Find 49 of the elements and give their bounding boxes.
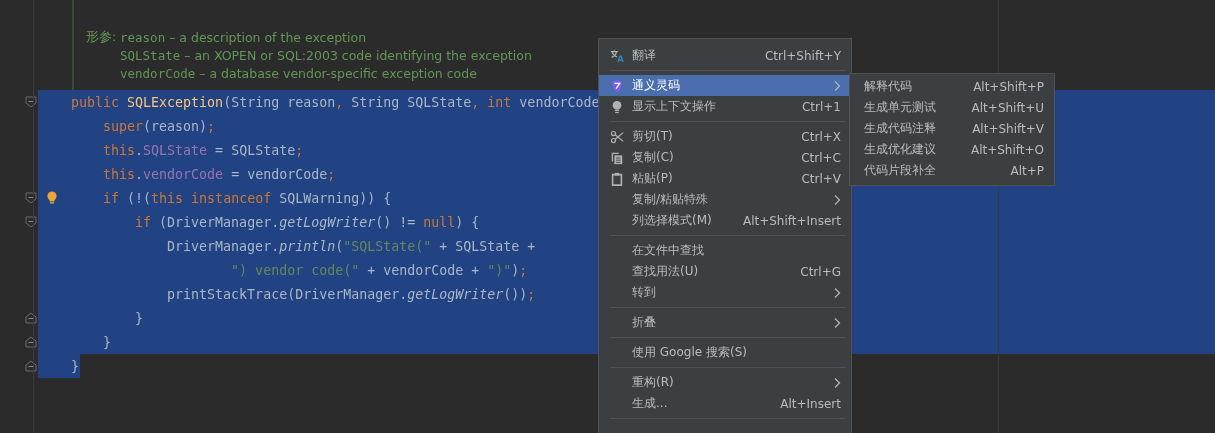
- menu-item[interactable]: 复制/粘贴特殊: [599, 189, 851, 210]
- menu-item[interactable]: 转到: [599, 282, 851, 303]
- param-description: reason – a description of the exception: [120, 29, 367, 45]
- menu-item[interactable]: 折叠: [599, 312, 851, 333]
- sparkle-logo-icon: [610, 78, 624, 93]
- code-line: }: [134, 310, 144, 326]
- clipboard-icon: [610, 171, 624, 186]
- copy-icon: [610, 150, 624, 165]
- menu-item[interactable]: 代码片段补全 Alt+P: [850, 160, 1054, 181]
- param-description: SQLState – an XOPEN or SQL:2003 code identifying the exception: [120, 47, 532, 63]
- code-line: }: [102, 334, 112, 350]
- menu-item[interactable]: 粘贴(P) Ctrl+V: [599, 168, 851, 189]
- menu-item[interactable]: 剪切(T) Ctrl+X: [599, 126, 851, 147]
- lightbulb-icon: [610, 99, 624, 114]
- fold-marker-icon[interactable]: [25, 336, 37, 348]
- menu-item[interactable]: 复制(C) Ctrl+C: [599, 147, 851, 168]
- translate-icon: [610, 48, 624, 63]
- fold-marker-icon[interactable]: [25, 312, 37, 324]
- fold-marker-icon[interactable]: [25, 192, 37, 204]
- menu-item[interactable]: 使用 Google 搜索(S): [599, 342, 851, 363]
- code-line: this.vendorCode = vendorCode;: [102, 166, 336, 182]
- fold-marker-icon[interactable]: [25, 216, 37, 228]
- menu-item[interactable]: 生成... Alt+Insert: [599, 393, 851, 414]
- fold-marker-icon[interactable]: [25, 360, 37, 372]
- fold-marker-icon[interactable]: [25, 96, 37, 108]
- code-line: ") vendor code(" + vendorCode + ")");: [230, 262, 528, 278]
- params-label: 形参:: [86, 28, 117, 44]
- menu-item[interactable]: 查找用法(U) Ctrl+G: [599, 261, 851, 282]
- scissors-icon: [610, 129, 624, 144]
- menu-item[interactable]: 生成单元测试 Alt+Shift+U: [850, 97, 1054, 118]
- code-line: printStackTrace(DriverManager.getLogWriter());: [166, 286, 536, 302]
- code-line: }: [71, 358, 79, 374]
- menu-item[interactable]: 生成优化建议 Alt+Shift+O: [850, 139, 1054, 160]
- code-line: if (!(this instanceof SQLWarning)) {: [102, 190, 392, 206]
- menu-item[interactable]: 在文件中查找: [599, 240, 851, 261]
- menu-item[interactable]: 显示上下文操作 Ctrl+1: [599, 96, 851, 117]
- menu-item[interactable]: 列选择模式(M) Alt+Shift+Insert: [599, 210, 851, 231]
- menu-item[interactable]: 生成代码注释 Alt+Shift+V: [850, 118, 1054, 139]
- menu-item[interactable]: 通义灵码: [599, 75, 851, 96]
- menu-item[interactable]: 重构(R): [599, 372, 851, 393]
- menu-item[interactable]: 解释代码 Alt+Shift+P: [850, 76, 1054, 97]
- menu-item[interactable]: 翻译 Ctrl+Shift+Y: [599, 45, 851, 66]
- lightbulb-icon[interactable]: [46, 191, 58, 205]
- code-line: if (DriverManager.getLogWriter() != null) {: [134, 214, 480, 230]
- param-description: vendorCode – a database vendor-specific exception code: [120, 65, 477, 81]
- code-line: public SQLException(String reason, String SQLState, int vendorCode: [71, 94, 600, 110]
- code-line: DriverManager.println("SQLState(" + SQLState +: [166, 238, 536, 254]
- code-line: super(reason);: [102, 118, 216, 134]
- code-line: this.SQLState = SQLState;: [102, 142, 304, 158]
